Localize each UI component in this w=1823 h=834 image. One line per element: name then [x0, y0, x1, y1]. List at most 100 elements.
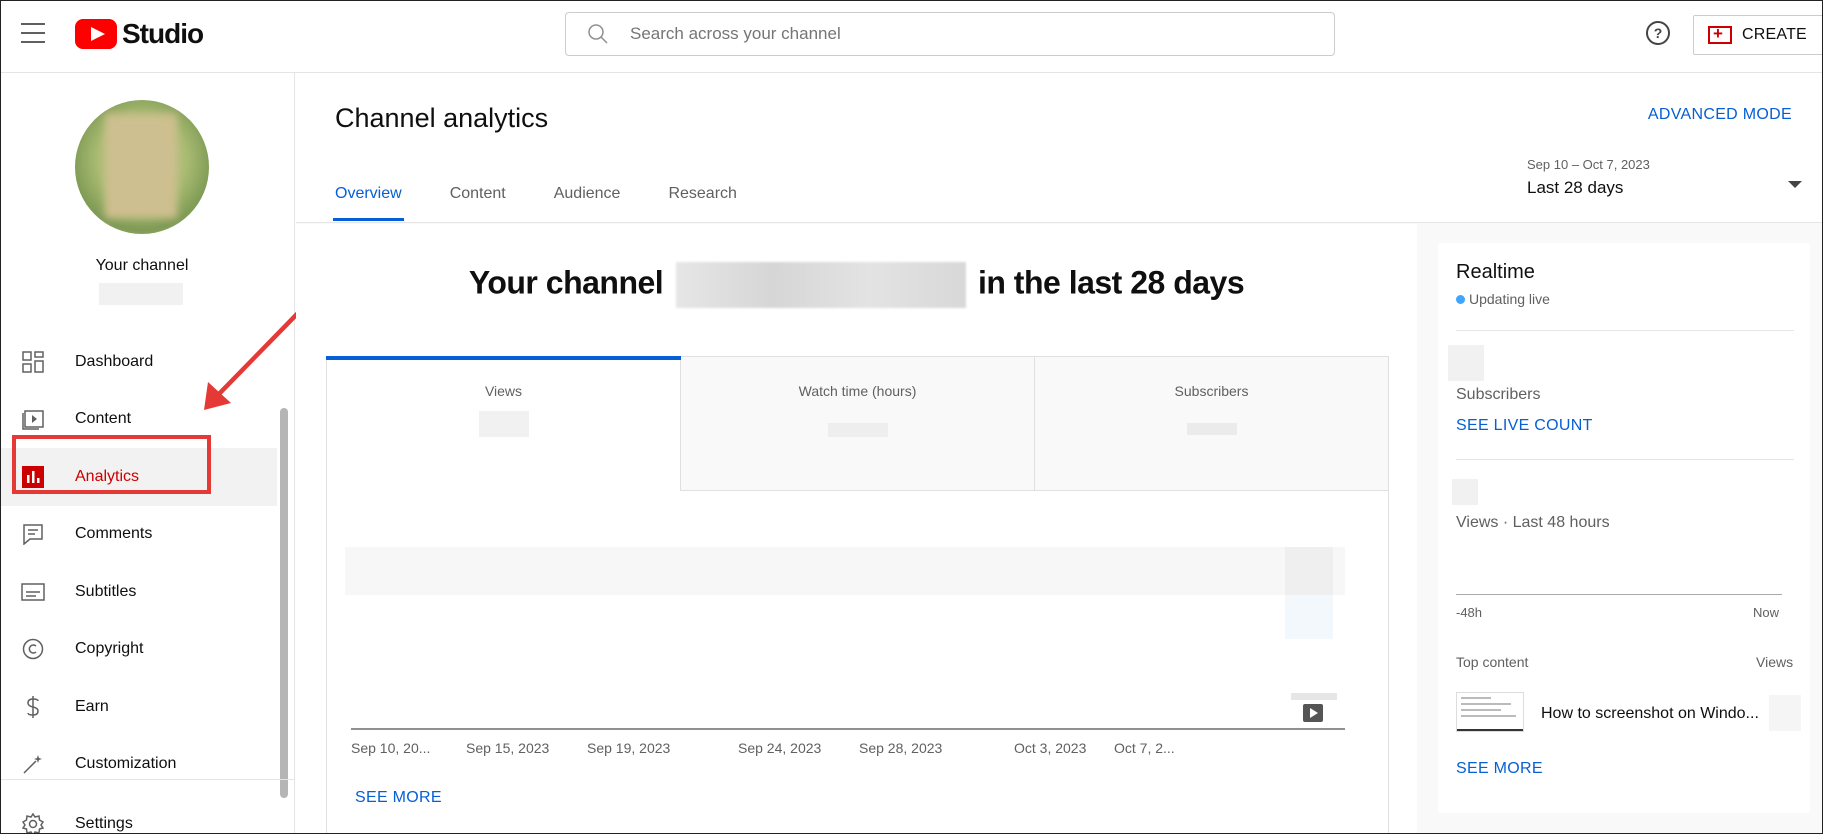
x-tick: Sep 24, 2023 — [738, 740, 822, 756]
metric-tab-watch-time[interactable]: Watch time (hours) — [681, 357, 1035, 491]
your-channel-label[interactable]: Your channel — [1, 257, 283, 275]
tab-overview[interactable]: Overview — [333, 185, 404, 221]
logo-text: Studio — [122, 18, 204, 49]
earn-icon — [21, 695, 45, 719]
analytics-icon — [21, 465, 45, 489]
customization-icon — [21, 752, 45, 776]
sidebar-item-label: Comments — [75, 525, 153, 543]
axis-end-label: Now — [1753, 605, 1780, 620]
chart-redacted-block — [1285, 595, 1333, 639]
sidebar-item-copyright[interactable]: Copyright — [1, 621, 277, 679]
metrics-card: Views Watch time (hours) Subscribers Sep… — [326, 356, 1389, 833]
metric-tab-views[interactable]: Views — [326, 356, 681, 491]
sidebar-item-label: Settings — [75, 814, 133, 832]
x-tick: Oct 7, 2... — [1114, 740, 1175, 756]
chart-redacted-band — [345, 547, 1345, 595]
sidebar-item-comments[interactable]: Comments — [1, 506, 277, 564]
comments-icon — [21, 522, 45, 546]
metric-label: Subscribers — [1174, 383, 1249, 399]
copyright-icon — [21, 637, 45, 661]
sidebar-item-label: Content — [75, 410, 132, 428]
page-title: Channel analytics — [335, 103, 549, 133]
overview-headline: Your channel in the last 28 days — [296, 262, 1417, 308]
sidebar-item-dashboard[interactable]: Dashboard — [1, 333, 277, 391]
sidebar-item-earn[interactable]: Earn — [1, 678, 277, 736]
live-label: Updating live — [1469, 291, 1550, 307]
realtime-see-more-button[interactable]: SEE MORE — [1456, 760, 1543, 778]
views-chart[interactable]: Sep 10, 20... Sep 15, 2023 Sep 19, 2023 … — [345, 547, 1345, 756]
metric-value-redacted — [827, 423, 888, 437]
sidebar-scrollbar[interactable] — [280, 408, 288, 798]
main-content: Channel analytics ADVANCED MODE Overview… — [296, 73, 1822, 833]
divider — [1456, 330, 1794, 331]
overview-panel: Your channel in the last 28 days Views W… — [296, 224, 1417, 833]
create-video-icon — [1708, 24, 1732, 44]
sidebar-item-analytics[interactable]: Analytics — [1, 448, 277, 506]
x-axis-ticks: Sep 10, 20... Sep 15, 2023 Sep 19, 2023 … — [345, 740, 1375, 760]
chart-redacted-block — [1285, 547, 1333, 595]
search-icon — [588, 24, 608, 44]
realtime-views-label: Views · Last 48 hours — [1456, 514, 1610, 531]
top-content-views-label: Views — [1756, 654, 1794, 670]
search-input[interactable] — [630, 24, 1230, 44]
video-publish-marker[interactable] — [1291, 693, 1337, 723]
date-range-picker[interactable]: Sep 10 – Oct 7, 2023 Last 28 days — [1527, 157, 1802, 198]
sidebar-item-subtitles[interactable]: Subtitles — [1, 563, 277, 621]
analytics-tabs: Overview Content Audience Research — [333, 185, 785, 221]
metric-tab-subscribers[interactable]: Subscribers — [1035, 357, 1388, 491]
live-dot-icon — [1456, 294, 1465, 304]
date-range-dates: Sep 10 – Oct 7, 2023 — [1527, 157, 1650, 172]
axis-start-label: -48h — [1456, 605, 1483, 620]
x-tick: Sep 10, 20... — [351, 740, 431, 756]
top-header: Studio ? CREATE — [1, 1, 1822, 73]
tab-audience[interactable]: Audience — [554, 185, 621, 221]
sidebar-item-settings[interactable]: Settings — [1, 795, 277, 833]
see-live-count-button[interactable]: SEE LIVE COUNT — [1456, 417, 1593, 435]
realtime-title: Realtime — [1456, 261, 1535, 283]
advanced-mode-button[interactable]: ADVANCED MODE — [1648, 106, 1792, 124]
menu-icon[interactable] — [21, 23, 45, 43]
views-count-redacted — [1452, 479, 1478, 505]
create-button[interactable]: CREATE — [1693, 15, 1822, 55]
content-icon — [21, 407, 45, 431]
divider — [1456, 459, 1794, 460]
metric-label: Watch time (hours) — [798, 383, 917, 399]
metric-value-redacted — [478, 411, 529, 437]
headline-suffix: in the last 28 days — [977, 264, 1245, 301]
sidebar-item-label: Analytics — [75, 467, 140, 485]
video-thumbnail[interactable] — [1456, 692, 1524, 732]
dropdown-caret-icon — [1788, 181, 1802, 188]
top-video-views-redacted — [1769, 695, 1801, 731]
chart-x-axis — [351, 728, 1345, 730]
sidebar-nav: Dashboard Content Analytics Comments Sub… — [1, 333, 277, 793]
metric-label: Views — [484, 383, 523, 399]
realtime-chart-axis — [1456, 594, 1782, 595]
tab-content[interactable]: Content — [450, 185, 506, 221]
channel-avatar[interactable] — [75, 100, 209, 234]
top-video-title[interactable]: How to screenshot on Windo... — [1541, 705, 1759, 723]
metric-tabs: Views Watch time (hours) Subscribers — [326, 356, 1388, 491]
analytics-topbar: Channel analytics ADVANCED MODE Overview… — [296, 73, 1822, 223]
sidebar: Your channel Dashboard Content Analytics — [1, 73, 295, 833]
sidebar-item-label: Customization — [75, 755, 177, 773]
tab-research[interactable]: Research — [668, 185, 736, 221]
channel-name-redacted — [99, 283, 183, 305]
top-content-label: Top content — [1456, 654, 1529, 670]
studio-logo[interactable]: Studio — [75, 17, 204, 51]
help-icon[interactable]: ? — [1646, 21, 1670, 45]
sidebar-item-customization[interactable]: Customization — [1, 736, 277, 794]
search-box[interactable] — [565, 12, 1335, 56]
realtime-live-indicator: Updating live — [1456, 291, 1550, 307]
gear-icon — [21, 812, 45, 833]
sidebar-item-label: Earn — [75, 697, 109, 715]
sidebar-item-content[interactable]: Content — [1, 391, 277, 449]
see-more-button[interactable]: SEE MORE — [355, 789, 442, 807]
x-tick: Sep 15, 2023 — [466, 740, 550, 756]
headline-prefix: Your channel — [468, 264, 664, 301]
x-tick: Sep 19, 2023 — [587, 740, 671, 756]
dashboard-icon — [21, 350, 45, 374]
x-tick: Sep 28, 2023 — [859, 740, 943, 756]
headline-redacted-value — [675, 262, 966, 308]
realtime-card: Realtime Updating live Subscribers SEE L… — [1438, 243, 1810, 813]
app-window: Studio ? CREATE Your channel Dash — [0, 0, 1823, 834]
